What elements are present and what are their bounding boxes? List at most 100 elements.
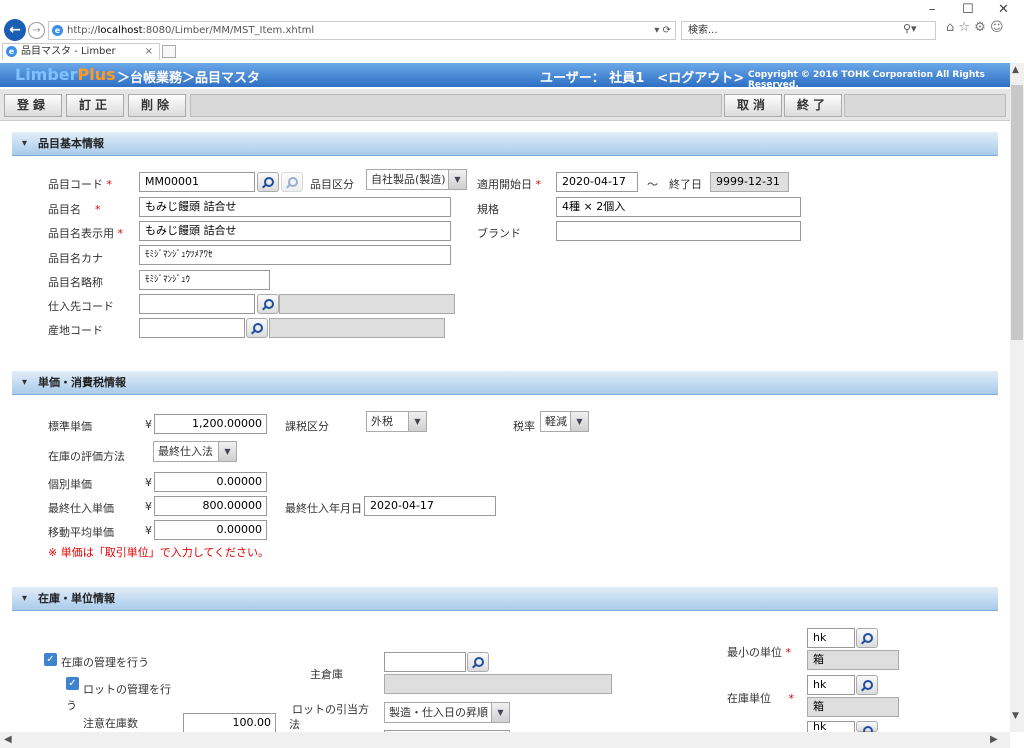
std-price-input[interactable]: 1,200.00000 [154,414,267,434]
close-tab-icon[interactable]: × [145,44,153,60]
last-purchase-date-label: 最終仕入年月日 [285,502,362,515]
cancel-button[interactable]: 取消 [724,94,782,117]
item-name-label: 品目名 * [48,201,101,217]
chevron-down-icon: ▼ [448,170,466,189]
caution-stock-label: 注意在庫数 [83,717,138,730]
finish-button[interactable]: 終了 [784,94,842,117]
tilde: ～ [647,178,658,191]
url-host: localhost [97,25,143,36]
register-button[interactable]: 登録 [4,94,62,117]
kana-input[interactable]: ﾓﾐｼﾞﾏﾝｼﾞｭｳﾂﾒｱﾜｾ [139,245,451,265]
ie-logo-icon: e [52,25,63,36]
logo-plus: Plus [77,65,116,84]
origin-search-icon[interactable] [246,318,268,338]
lot-method-label-line1: ロットの引当方 [292,703,369,716]
price-unit-note: ※ 単価は「取引単位」で入力してください。 [48,546,270,559]
start-date-input[interactable]: 2020-04-17 [556,172,638,192]
home-favorites-settings-icons[interactable]: ⌂ ☆ ⚙ ☺ [946,20,1004,35]
address-bar-controls[interactable]: ▾ ⟳ [654,22,671,39]
stock-unit-label-text: 在庫単位 [727,692,771,705]
search-placeholder: 検索... [688,25,718,36]
item-name-label-text: 品目名 [48,203,81,216]
horizontal-scrollbar[interactable]: ◀ ▶ [0,732,1010,748]
caution-stock-input[interactable]: 100.00 [183,713,276,733]
item-kind-value: 自社製品(製造) [371,173,446,186]
app-header: LimberPlus ＞台帳業務＞品目マスタ ユーザー： 社員1 <ログアウト>… [0,63,1010,90]
toolbar-spacer [190,94,722,117]
browser-search-input[interactable]: 検索... [681,21,936,40]
scroll-down-icon[interactable]: ▼ [1012,711,1019,721]
new-tab-button[interactable] [162,45,176,58]
spec-input[interactable]: 4種 × 2個入 [556,197,801,217]
item-code-input[interactable]: MM00001 [139,172,255,192]
vertical-scroll-thumb[interactable] [1011,85,1023,340]
start-date-label-text: 適用開始日 [477,178,532,191]
warehouse-search-icon[interactable] [467,652,489,672]
indiv-price-label: 個別単価 [48,478,92,491]
search-dropdown-icon[interactable]: ⚲▾ [903,22,917,35]
forward-arrow-icon[interactable]: → [28,22,45,39]
maximize-button[interactable]: ☐ [962,2,974,17]
manage-stock-checkbox[interactable]: ✓ [44,653,57,666]
scroll-up-icon[interactable]: ▲ [1012,65,1019,75]
last-purchase-price-label: 最終仕入単価 [48,502,114,515]
tax-kind-label: 課税区分 [285,420,329,433]
end-date-label: 終了日 [669,178,702,191]
last-purchase-date-input[interactable]: 2020-04-17 [364,496,496,516]
tab-title: 品目マスタ - Limber [21,46,116,57]
browser-tab[interactable]: e 品目マスタ - Limber × [2,43,160,60]
app-logo: LimberPlus [15,65,116,84]
stock-unit-search-icon[interactable] [856,675,878,695]
browser-toolbar: ← → e http://localhost:8080/Limber/MM/MS… [0,18,1024,42]
section-stock-unit[interactable]: 在庫・単位情報 [12,587,998,611]
section-basic-info[interactable]: 品目基本情報 [12,132,998,156]
breadcrumb: ＞台帳業務＞品目マスタ [117,71,261,86]
vertical-scrollbar[interactable]: ▲ ▼ [1010,63,1024,732]
scroll-right-icon[interactable]: ▶ [990,734,998,745]
brand-input[interactable] [556,221,801,241]
back-arrow-icon[interactable]: ← [4,19,26,41]
address-bar[interactable]: e http://localhost:8080/Limber/MM/MST_It… [48,21,676,40]
item-code-label: 品目コード * [48,176,112,192]
section-price-tax[interactable]: 単価・消費税情報 [12,371,998,395]
lot-method-select[interactable]: 製造・仕入日の昇順 ▼ [384,702,510,723]
last-purchase-price-input[interactable]: 800.00000 [154,496,267,516]
moving-avg-input[interactable]: 0.00000 [154,520,267,540]
manage-lot-checkbox[interactable]: ✓ [66,677,79,690]
stock-unit-code-input[interactable]: hk [807,675,855,695]
display-name-input[interactable]: もみじ饅頭 詰合せ [139,221,451,241]
display-name-label-text: 品目名表示用 [48,227,114,240]
item-name-input[interactable]: もみじ饅頭 詰合せ [139,197,451,217]
url-rest: :8080/Limber/MM/MST_Item.xhtml [142,25,315,36]
origin-name-display [269,318,445,338]
minimize-button[interactable]: – [929,2,936,17]
min-unit-search-icon[interactable] [856,628,878,648]
delete-button[interactable]: 削除 [128,94,186,117]
tax-kind-select[interactable]: 外税 ▼ [366,411,427,432]
supplier-code-input[interactable] [139,294,255,314]
third-unit-search-icon[interactable] [856,721,878,736]
close-window-button[interactable]: ✕ [998,2,1009,17]
origin-code-input[interactable] [139,318,245,338]
brand-label: ブランド [477,227,521,240]
chevron-down-icon: ▼ [218,442,236,461]
min-unit-code-input[interactable]: hk [807,628,855,648]
required-mark: * [117,227,124,240]
tax-rate-select[interactable]: 軽減 ▼ [540,411,589,432]
indiv-price-input[interactable]: 0.00000 [154,472,267,492]
item-code-search-icon[interactable] [257,172,279,192]
user-logout[interactable]: ユーザー： 社員1 <ログアウト> [540,67,744,86]
correct-button[interactable]: 訂正 [66,94,124,117]
item-kind-select[interactable]: 自社製品(製造) ▼ [366,169,467,190]
stock-unit-label: 在庫単位 * [727,690,794,706]
warehouse-input[interactable] [384,652,466,672]
valuation-select[interactable]: 最終仕入法 ▼ [153,441,237,462]
spec-label: 規格 [477,203,499,216]
third-unit-code-input[interactable]: hk [807,721,855,732]
supplier-code-label: 仕入先コード [48,300,114,313]
scroll-left-icon[interactable]: ◀ [4,734,12,745]
supplier-search-icon[interactable] [257,294,279,314]
url-prefix: http:// [67,25,98,36]
short-name-input[interactable]: ﾓﾐｼﾞﾏﾝｼﾞｭｳ [139,270,270,290]
valuation-label: 在庫の評価方法 [48,450,125,463]
